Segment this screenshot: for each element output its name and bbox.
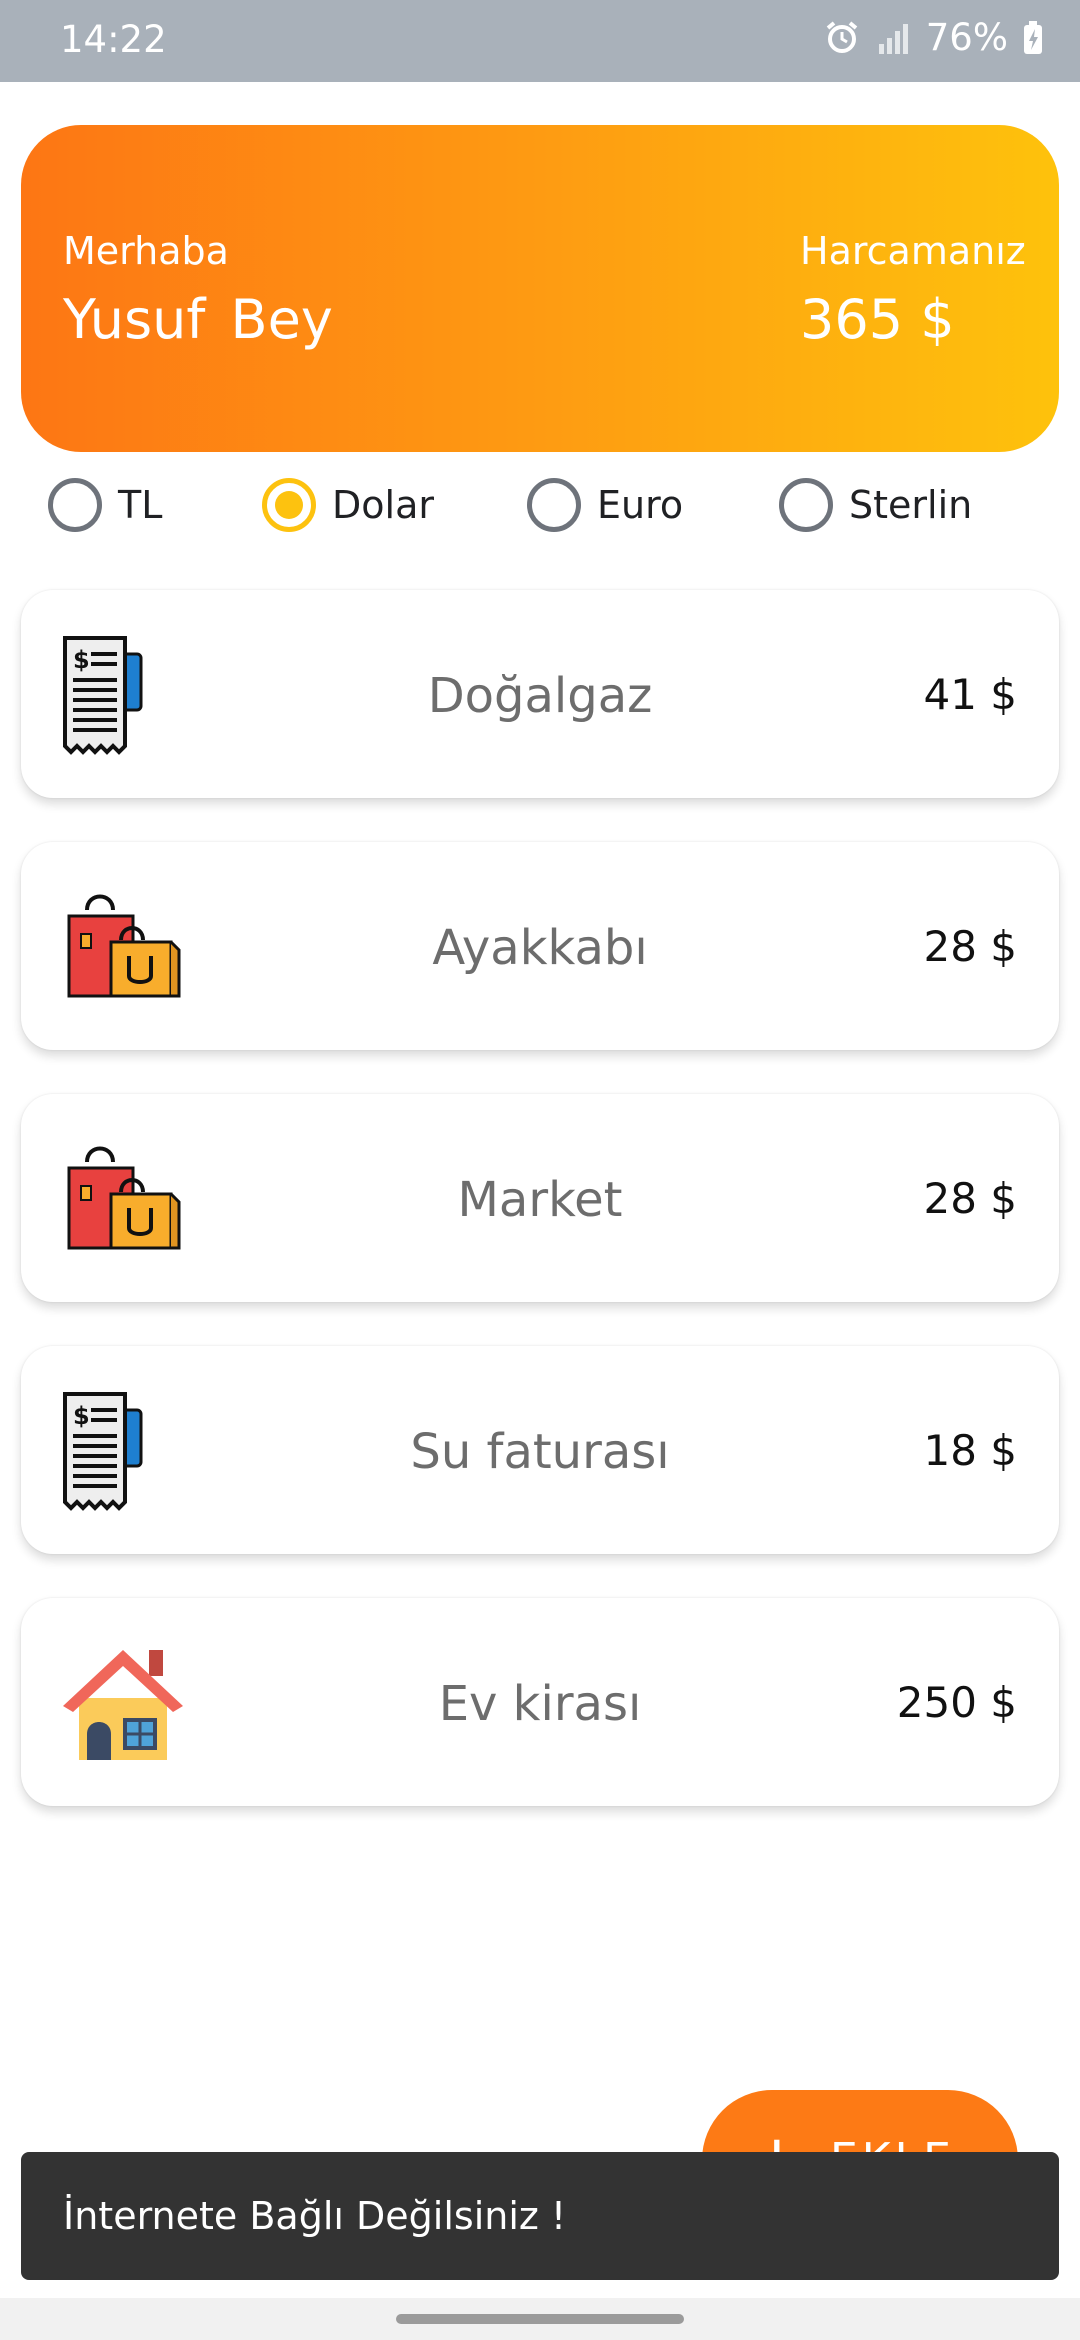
currency-radio-sterlin[interactable]: Sterlin xyxy=(779,478,972,532)
radio-label: Euro xyxy=(597,483,684,527)
expense-title: Doğalgaz xyxy=(427,668,653,724)
gesture-nav-bar xyxy=(0,2298,1080,2340)
expense-amount: 28 $ xyxy=(923,1174,1017,1223)
radio-label: Sterlin xyxy=(849,483,973,527)
status-bar: 14:22 76% xyxy=(0,0,1080,82)
radio-button[interactable] xyxy=(262,478,316,532)
battery-percent: 76% xyxy=(925,16,1008,59)
greeting-label: Merhaba xyxy=(63,229,229,273)
summary-header: Merhaba Yusuf Bey Harcamanız 365 $ xyxy=(21,125,1059,452)
spent-label: Harcamanız xyxy=(800,229,1026,273)
expense-card[interactable]: $ Doğalgaz 41 $ xyxy=(21,590,1059,798)
battery-charging-icon xyxy=(1022,20,1044,56)
home-handle[interactable] xyxy=(396,2314,684,2324)
expense-card[interactable]: Ayakkabı 28 $ xyxy=(21,842,1059,1050)
expense-card[interactable]: $ Su faturası 18 $ xyxy=(21,1346,1059,1554)
expense-card[interactable]: Market 28 $ xyxy=(21,1094,1059,1302)
expense-card[interactable]: Ev kirası 250 $ xyxy=(21,1598,1059,1806)
currency-radio-euro[interactable]: Euro xyxy=(527,478,683,532)
currency-radio-dolar[interactable]: Dolar xyxy=(262,478,434,532)
expense-amount: 28 $ xyxy=(923,922,1017,971)
radio-button[interactable] xyxy=(779,478,833,532)
expense-amount: 18 $ xyxy=(923,1426,1017,1475)
currency-radio-group: TL Dolar Euro Sterlin xyxy=(0,470,1080,542)
user-name: Yusuf Bey xyxy=(63,288,333,351)
radio-button[interactable] xyxy=(527,478,581,532)
alarm-icon xyxy=(822,18,862,58)
radio-button[interactable] xyxy=(48,478,102,532)
spent-total: 365 $ xyxy=(800,288,955,351)
expense-title: Su faturası xyxy=(410,1424,670,1480)
snackbar-message: İnternete Bağlı Değilsiniz ! xyxy=(63,2194,567,2238)
status-time: 14:22 xyxy=(60,18,167,61)
radio-label: TL xyxy=(118,483,163,527)
expense-amount: 250 $ xyxy=(896,1678,1017,1727)
expense-title: Ayakkabı xyxy=(432,920,648,976)
offline-snackbar: İnternete Bağlı Değilsiniz ! xyxy=(21,2152,1059,2280)
signal-icon xyxy=(876,20,912,56)
expense-amount: 41 $ xyxy=(923,670,1017,719)
currency-radio-tl[interactable]: TL xyxy=(48,478,162,532)
expense-title: Market xyxy=(457,1172,623,1228)
radio-label: Dolar xyxy=(332,483,434,527)
